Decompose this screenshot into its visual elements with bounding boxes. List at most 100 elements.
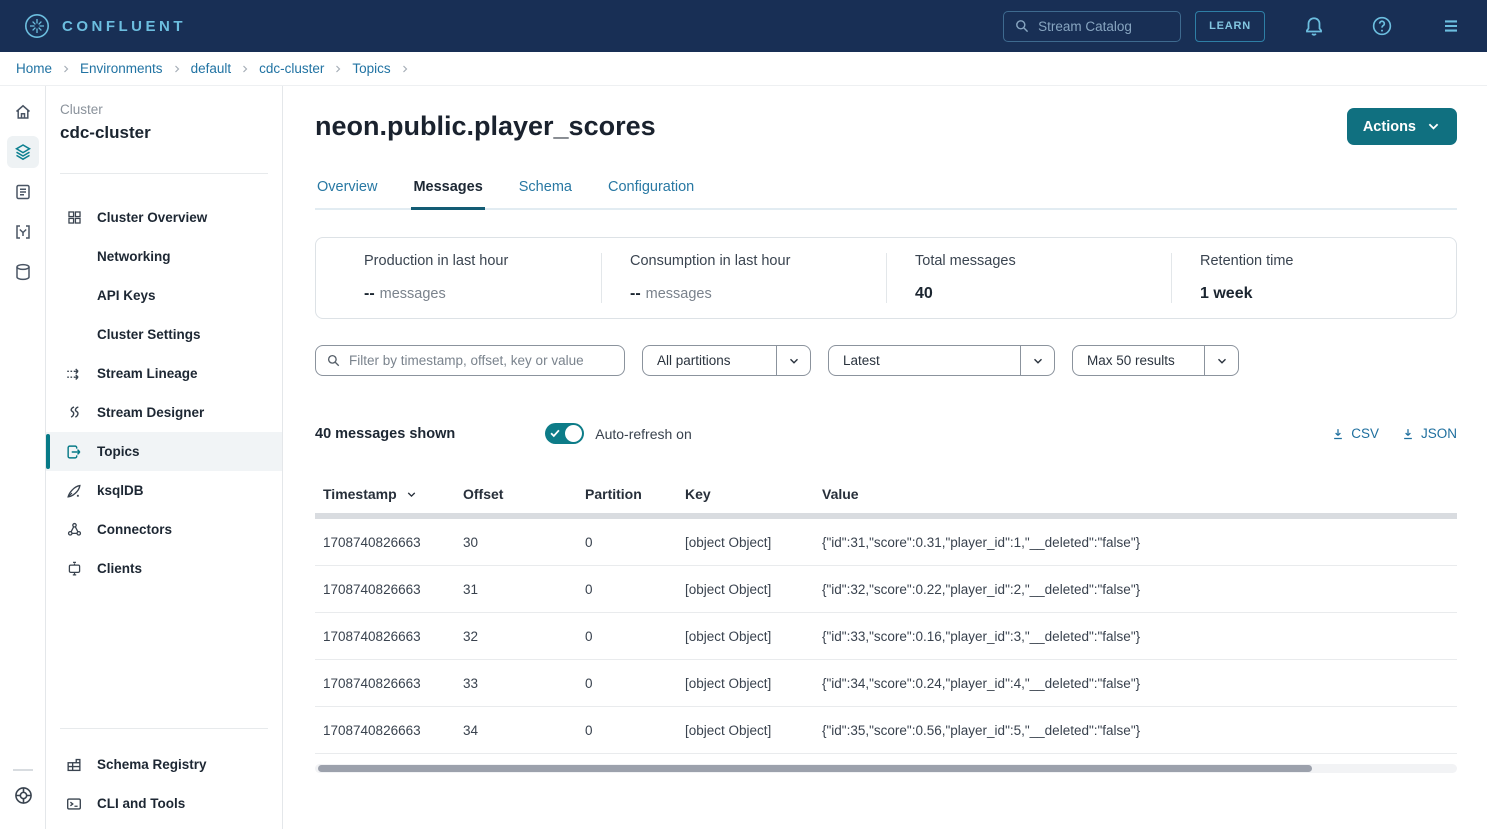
table-row[interactable]: 1708740826663 32 0 [object Object] {"id"… xyxy=(315,613,1457,660)
tab-overview[interactable]: Overview xyxy=(315,179,379,208)
cell-value: {"id":35,"score":0.56,"player_id":5,"__d… xyxy=(814,723,1457,738)
page-title: neon.public.player_scores xyxy=(315,111,656,142)
help-icon[interactable] xyxy=(1371,15,1393,37)
sidebar-item-label: Clients xyxy=(97,561,142,576)
confluent-brand[interactable]: CONFLUENT xyxy=(24,13,186,39)
sidebar-item-stream-designer[interactable]: Stream Designer xyxy=(46,393,282,432)
sidebar-item-label: Networking xyxy=(97,249,171,264)
partition-select[interactable]: All partitions xyxy=(642,345,811,376)
breadcrumb-environments[interactable]: Environments xyxy=(80,61,163,76)
search-icon xyxy=(326,353,341,368)
download-json-link[interactable]: JSON xyxy=(1401,426,1457,441)
stream-catalog-input[interactable] xyxy=(1038,19,1170,34)
hamburger-menu-icon[interactable] xyxy=(1439,14,1463,38)
notifications-bell-icon[interactable] xyxy=(1303,15,1325,37)
chevron-right-icon xyxy=(172,64,182,74)
sidebar-item-ksqldb[interactable]: ksqlDB xyxy=(46,471,282,510)
tab-schema[interactable]: Schema xyxy=(517,179,574,208)
grid-icon xyxy=(64,209,84,226)
auto-refresh-toggle[interactable] xyxy=(545,423,584,444)
table-row[interactable]: 1708740826663 31 0 [object Object] {"id"… xyxy=(315,566,1457,613)
breadcrumb: Home Environments default cdc-cluster To… xyxy=(0,52,1487,86)
sidebar-item-schema-registry[interactable]: Schema Registry xyxy=(46,745,282,784)
check-icon xyxy=(549,427,561,439)
sidebar-item-cluster-settings[interactable]: Cluster Settings xyxy=(46,315,282,354)
stream-map-icon[interactable] xyxy=(7,216,39,248)
cell-value: {"id":34,"score":0.24,"player_id":4,"__d… xyxy=(814,676,1457,691)
support-globe-icon[interactable] xyxy=(7,779,39,811)
home-icon[interactable] xyxy=(7,96,39,128)
message-filter-search[interactable] xyxy=(315,345,625,376)
sidebar-item-connectors[interactable]: Connectors xyxy=(46,510,282,549)
top-navbar: CONFLUENT LEARN xyxy=(0,0,1487,52)
cell-key: [object Object] xyxy=(677,676,814,691)
cluster-name: cdc-cluster xyxy=(60,123,282,143)
breadcrumb-home[interactable]: Home xyxy=(16,61,52,76)
sidebar-footer: Schema Registry CLI and Tools xyxy=(46,698,282,823)
table-row[interactable]: 1708740826663 34 0 [object Object] {"id"… xyxy=(315,707,1457,754)
stat-production: Production in last hour --messages xyxy=(316,253,601,303)
sidebar-divider xyxy=(60,728,268,729)
chevron-right-icon xyxy=(333,64,343,74)
brand-text: CONFLUENT xyxy=(62,18,186,35)
sidebar-item-networking[interactable]: Networking xyxy=(46,237,282,276)
database-icon[interactable] xyxy=(7,256,39,288)
chevron-down-icon xyxy=(1204,346,1238,375)
ksqldb-icon xyxy=(64,482,84,500)
sidebar-item-api-keys[interactable]: API Keys xyxy=(46,276,282,315)
cell-timestamp: 1708740826663 xyxy=(315,676,455,691)
cell-key: [object Object] xyxy=(677,629,814,644)
sidebar-item-topics[interactable]: Topics xyxy=(46,432,282,471)
sidebar-item-stream-lineage[interactable]: Stream Lineage xyxy=(46,354,282,393)
sidebar-nav: Cluster Overview Networking API Keys Clu… xyxy=(46,198,282,588)
cell-timestamp: 1708740826663 xyxy=(315,629,455,644)
breadcrumb-default[interactable]: default xyxy=(191,61,232,76)
sort-chevron-down-icon xyxy=(405,488,418,501)
sidebar-item-label: Connectors xyxy=(97,522,172,537)
table-row[interactable]: 1708740826663 30 0 [object Object] {"id"… xyxy=(315,519,1457,566)
sidebar-item-label: ksqlDB xyxy=(97,483,144,498)
cell-value: {"id":32,"score":0.22,"player_id":2,"__d… xyxy=(814,582,1457,597)
actions-button[interactable]: Actions xyxy=(1347,108,1457,145)
stat-consumption: Consumption in last hour --messages xyxy=(601,253,886,303)
connectors-icon xyxy=(64,521,84,538)
result-limit-select[interactable]: Max 50 results xyxy=(1072,345,1239,376)
clients-icon xyxy=(64,560,84,577)
environment-stack-icon[interactable] xyxy=(7,136,39,168)
breadcrumb-topics[interactable]: Topics xyxy=(352,61,390,76)
schema-registry-icon xyxy=(64,756,84,774)
sidebar-item-clients[interactable]: Clients xyxy=(46,549,282,588)
rail-divider xyxy=(13,769,33,771)
chevron-down-icon xyxy=(1426,119,1441,134)
cell-value: {"id":31,"score":0.31,"player_id":1,"__d… xyxy=(814,535,1457,550)
cell-offset: 32 xyxy=(455,629,577,644)
topics-icon xyxy=(64,443,84,461)
column-header-timestamp[interactable]: Timestamp xyxy=(315,486,455,502)
message-filter-row: All partitions Latest Max 50 results xyxy=(315,345,1457,376)
sidebar-item-label: CLI and Tools xyxy=(97,796,185,811)
stat-total-messages: Total messages 40 xyxy=(886,253,1171,303)
offset-order-select[interactable]: Latest xyxy=(828,345,1055,376)
stat-retention-time: Retention time 1 week xyxy=(1171,253,1456,303)
sidebar-item-cli-and-tools[interactable]: CLI and Tools xyxy=(46,784,282,823)
scrollbar-thumb[interactable] xyxy=(318,765,1312,772)
chevron-down-icon xyxy=(776,346,810,375)
horizontal-scrollbar xyxy=(315,764,1457,773)
document-icon[interactable] xyxy=(7,176,39,208)
cell-value: {"id":33,"score":0.16,"player_id":3,"__d… xyxy=(814,629,1457,644)
learn-button[interactable]: LEARN xyxy=(1195,11,1265,42)
message-filter-input[interactable] xyxy=(349,353,614,368)
cell-partition: 0 xyxy=(577,582,677,597)
table-row[interactable]: 1708740826663 33 0 [object Object] {"id"… xyxy=(315,660,1457,707)
cell-partition: 0 xyxy=(577,629,677,644)
stream-catalog-search[interactable] xyxy=(1003,11,1181,42)
tab-configuration[interactable]: Configuration xyxy=(606,179,696,208)
sidebar-item-cluster-overview[interactable]: Cluster Overview xyxy=(46,198,282,237)
cell-timestamp: 1708740826663 xyxy=(315,535,455,550)
download-csv-link[interactable]: CSV xyxy=(1331,426,1379,441)
cell-offset: 33 xyxy=(455,676,577,691)
breadcrumb-cdc-cluster[interactable]: cdc-cluster xyxy=(259,61,324,76)
tab-messages[interactable]: Messages xyxy=(411,179,484,210)
cell-offset: 31 xyxy=(455,582,577,597)
chevron-right-icon xyxy=(400,64,410,74)
